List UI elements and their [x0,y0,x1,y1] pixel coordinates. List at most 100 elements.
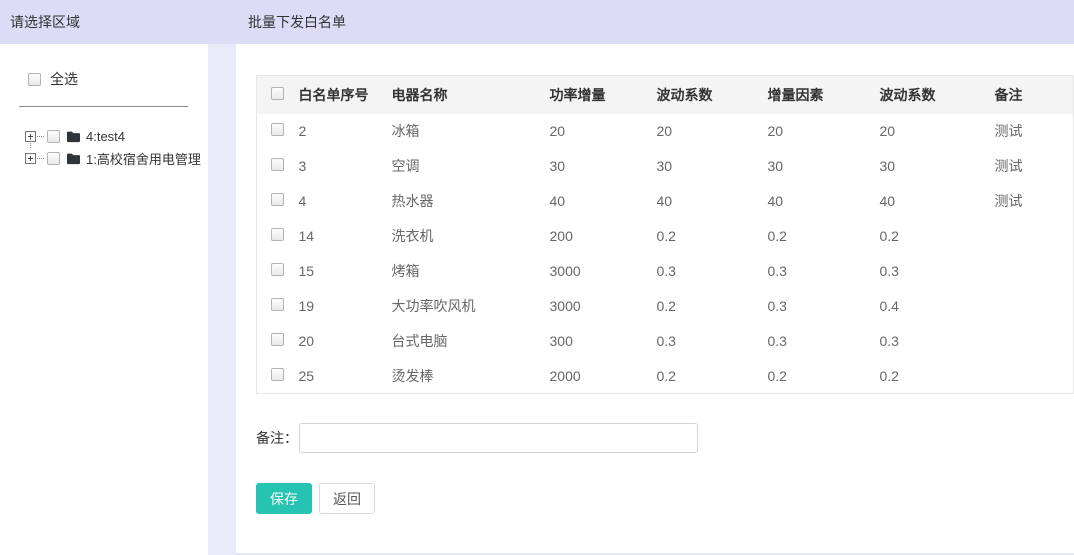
row-checkbox[interactable] [271,158,284,171]
row-checkbox-cell [257,324,299,359]
table-row: 19大功率吹风机30000.20.30.4 [257,289,1074,324]
region-panel-title: 请选择区域 [0,0,208,44]
table-cell: 0.2 [880,219,995,254]
row-checkbox-cell [257,184,299,219]
table-row: 14洗衣机2000.20.20.2 [257,219,1074,254]
region-panel-body: 全选 4:test4 1:高校宿舍用电管理 [0,44,208,555]
remark-label: 备注： [256,428,298,448]
column-header: 备注 [995,76,1074,114]
column-header: 波动系数 [880,76,995,114]
table-cell: 0.3 [657,324,768,359]
table-cell: 20 [880,114,995,149]
table-cell: 40 [550,184,657,219]
remark-input[interactable] [299,423,698,453]
table-cell: 测试 [995,149,1074,184]
column-header: 波动系数 [657,76,768,114]
table-cell: 0.3 [768,324,880,359]
table-cell: 空调 [392,149,550,184]
page-title: 批量下发白名单 [236,0,1074,44]
table-cell: 40 [768,184,880,219]
table-cell: 3 [299,149,392,184]
table-cell: 30 [768,149,880,184]
row-checkbox[interactable] [271,298,284,311]
app-root: 请选择区域 全选 4:test4 1:高校宿舍用电管理 批量下发白名单 [0,0,1074,555]
row-checkbox-cell [257,359,299,394]
table-cell [995,254,1074,289]
table-cell: 烫发棒 [392,359,550,394]
row-checkbox[interactable] [271,263,284,276]
tree-item: 4:test4 [25,126,208,146]
back-button[interactable]: 返回 [319,483,375,514]
table-cell: 0.3 [768,289,880,324]
table-cell: 0.3 [768,254,880,289]
column-header: 电器名称 [392,76,550,114]
save-button[interactable]: 保存 [256,483,312,514]
whitelist-panel: 批量下发白名单 白名单序号电器名称功率增量波动系数增量因素波动系数备注 2冰箱2… [236,0,1074,555]
column-header: 白名单序号 [299,76,392,114]
table-cell: 30 [880,149,995,184]
row-checkbox[interactable] [271,123,284,136]
table-cell: 0.3 [880,324,995,359]
row-checkbox-cell [257,254,299,289]
table-cell [995,324,1074,359]
table-cell: 20 [299,324,392,359]
table-row: 4热水器40404040测试 [257,184,1074,219]
region-panel: 请选择区域 全选 4:test4 1:高校宿舍用电管理 [0,0,208,555]
table-cell: 30 [657,149,768,184]
table-cell: 测试 [995,184,1074,219]
row-checkbox[interactable] [271,228,284,241]
table-cell: 0.3 [880,254,995,289]
table-cell: 200 [550,219,657,254]
table-cell: 0.2 [768,219,880,254]
select-all-rows-checkbox[interactable] [271,87,284,100]
table-cell: 0.2 [657,289,768,324]
table-cell: 烤箱 [392,254,550,289]
row-checkbox-cell [257,289,299,324]
tree-item-checkbox[interactable] [47,152,60,165]
table-cell: 0.4 [880,289,995,324]
table-row: 15烤箱30000.30.30.3 [257,254,1074,289]
row-checkbox[interactable] [271,193,284,206]
table-header-row: 白名单序号电器名称功率增量波动系数增量因素波动系数备注 [257,76,1074,114]
row-checkbox-cell [257,149,299,184]
table-cell: 3000 [550,289,657,324]
row-checkbox[interactable] [271,368,284,381]
tree-expander-icon[interactable] [25,153,36,164]
table-cell: 14 [299,219,392,254]
table-cell: 2 [299,114,392,149]
tree-connector [37,158,44,159]
table-cell: 洗衣机 [392,219,550,254]
remark-row: 备注： [256,423,1074,453]
tree-item-checkbox[interactable] [47,130,60,143]
tree-item-label[interactable]: 1:高校宿舍用电管理 [86,149,201,168]
table-cell: 20 [550,114,657,149]
table-cell: 台式电脑 [392,324,550,359]
tree-item: 1:高校宿舍用电管理 [25,148,208,168]
tree-item-label[interactable]: 4:test4 [86,129,125,144]
table-cell: 4 [299,184,392,219]
table-row: 25烫发棒20000.20.20.2 [257,359,1074,394]
table-cell: 300 [550,324,657,359]
table-row: 3空调30303030测试 [257,149,1074,184]
table-cell: 15 [299,254,392,289]
table-cell: 20 [768,114,880,149]
table-cell: 3000 [550,254,657,289]
select-all-row: 全选 [28,69,208,89]
table-cell: 冰箱 [392,114,550,149]
table-cell: 25 [299,359,392,394]
table-cell: 大功率吹风机 [392,289,550,324]
table-cell: 2000 [550,359,657,394]
table-cell: 0.2 [657,219,768,254]
button-row: 保存 返回 [256,483,1074,514]
table-body: 2冰箱20202020测试3空调30303030测试4热水器40404040测试… [257,114,1074,394]
table-cell [995,219,1074,254]
folder-icon [66,130,81,143]
table-cell: 30 [550,149,657,184]
whitelist-panel-body: 白名单序号电器名称功率增量波动系数增量因素波动系数备注 2冰箱20202020测… [236,44,1074,554]
table-cell: 0.2 [768,359,880,394]
row-checkbox[interactable] [271,333,284,346]
table-cell: 测试 [995,114,1074,149]
region-tree: 4:test4 1:高校宿舍用电管理 [25,126,208,168]
table-row: 20台式电脑3000.30.30.3 [257,324,1074,359]
select-all-checkbox[interactable] [28,73,41,86]
